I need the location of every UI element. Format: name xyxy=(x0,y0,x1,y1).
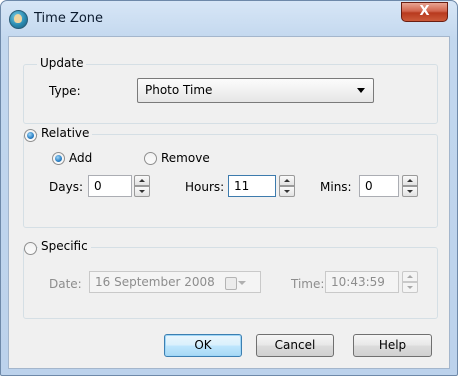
remove-radio[interactable] xyxy=(144,152,157,165)
days-input[interactable]: 0 xyxy=(88,175,132,197)
cancel-button[interactable]: Cancel xyxy=(256,334,334,357)
calendar-icon xyxy=(225,277,237,290)
hours-stepper[interactable] xyxy=(279,175,295,197)
date-value: 16 September 2008 xyxy=(95,275,215,289)
type-dropdown[interactable]: Photo Time xyxy=(137,78,374,103)
chevron-down-icon xyxy=(238,281,246,285)
relative-radio[interactable] xyxy=(24,129,37,142)
time-increment-button[interactable] xyxy=(402,271,418,282)
type-dropdown-value: Photo Time xyxy=(145,83,213,97)
mins-decrement-button[interactable] xyxy=(402,186,418,197)
specific-label[interactable]: Specific xyxy=(38,239,91,253)
days-value: 0 xyxy=(94,179,102,193)
window-title: Time Zone xyxy=(34,11,104,26)
relative-label[interactable]: Relative xyxy=(38,126,93,140)
mins-value: 0 xyxy=(365,179,373,193)
mins-stepper[interactable] xyxy=(402,175,418,197)
mins-label: Mins: xyxy=(320,180,352,194)
time-decrement-button[interactable] xyxy=(402,282,418,293)
days-stepper[interactable] xyxy=(134,175,150,197)
update-group-label: Update xyxy=(37,56,87,70)
title-bar[interactable]: Time Zone X xyxy=(1,1,457,37)
mins-increment-button[interactable] xyxy=(402,175,418,186)
specific-radio[interactable] xyxy=(24,242,37,255)
calendar-dropdown[interactable] xyxy=(225,275,247,291)
days-increment-button[interactable] xyxy=(134,175,150,186)
hours-value: 11 xyxy=(234,179,250,193)
hours-label: Hours: xyxy=(185,180,225,194)
time-input[interactable]: 10:43:59 xyxy=(325,271,399,293)
add-label[interactable]: Add xyxy=(69,151,92,165)
time-value: 10:43:59 xyxy=(331,275,385,289)
date-label: Date: xyxy=(49,277,82,291)
hours-increment-button[interactable] xyxy=(279,175,295,186)
mins-input[interactable]: 0 xyxy=(359,175,399,197)
type-label: Type: xyxy=(49,84,81,98)
hours-input[interactable]: 11 xyxy=(228,175,276,197)
close-button[interactable]: X xyxy=(401,2,448,22)
time-zone-dialog: Time Zone X Update Type: Photo Time Rela… xyxy=(0,0,458,376)
dialog-client-area: Update Type: Photo Time Relative Add Rem… xyxy=(8,36,450,369)
time-stepper[interactable] xyxy=(402,271,418,293)
ok-button[interactable]: OK xyxy=(164,334,242,357)
globe-user-icon xyxy=(9,10,28,29)
add-radio[interactable] xyxy=(52,152,65,165)
date-picker-field[interactable]: 16 September 2008 xyxy=(89,271,261,293)
help-button[interactable]: Help xyxy=(353,334,432,357)
days-decrement-button[interactable] xyxy=(134,186,150,197)
time-label: Time: xyxy=(291,277,325,291)
days-label: Days: xyxy=(49,180,83,194)
hours-decrement-button[interactable] xyxy=(279,186,295,197)
remove-label[interactable]: Remove xyxy=(161,151,210,165)
chevron-down-icon xyxy=(357,88,365,93)
